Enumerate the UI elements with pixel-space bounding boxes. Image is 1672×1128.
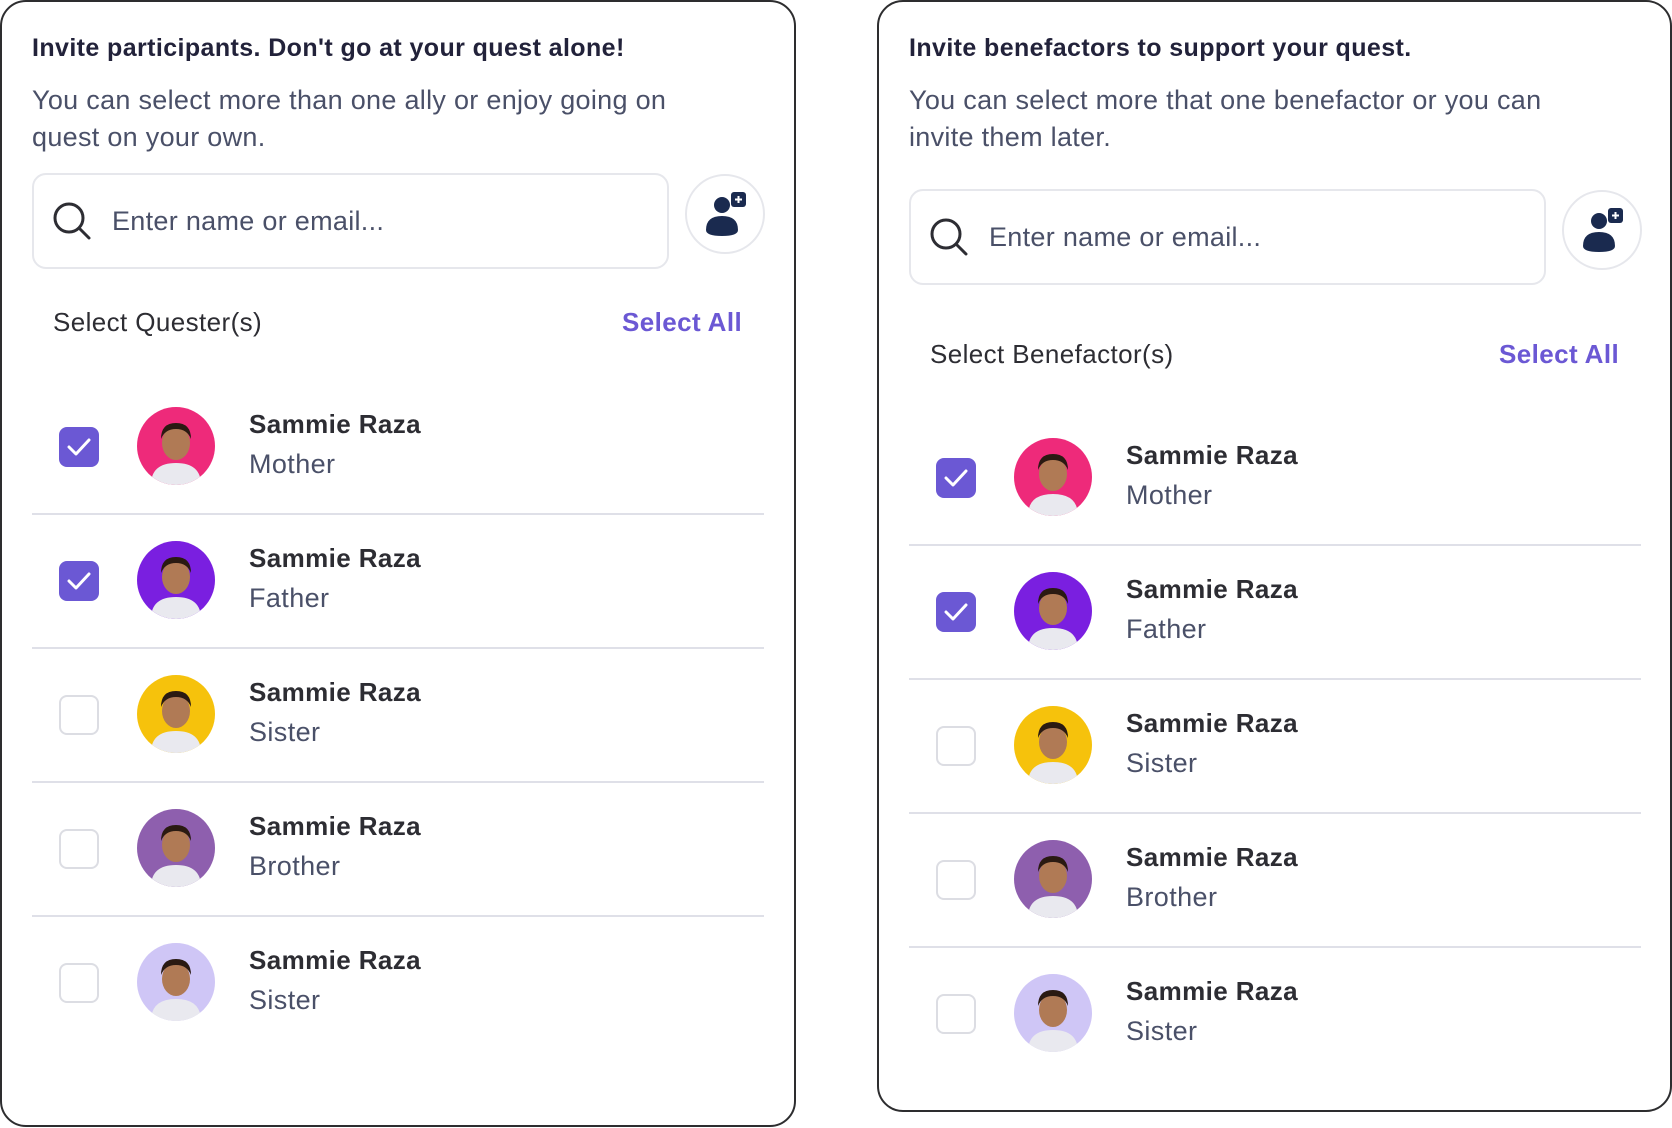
member-role: Sister (249, 717, 321, 747)
member-checkbox[interactable] (59, 561, 99, 601)
panel-title: Invite benefactors to support your quest… (909, 34, 1412, 62)
avatar (137, 541, 215, 619)
panel-title: Invite participants. Don't go at your qu… (32, 34, 625, 62)
list-item[interactable]: Sammie Raza Father (32, 513, 764, 649)
member-role: Brother (1126, 882, 1218, 912)
list-item[interactable]: Sammie Raza Brother (32, 781, 764, 917)
list-item[interactable]: Sammie Raza Brother (909, 812, 1641, 948)
search-icon (52, 201, 92, 241)
member-name: Sammie Raza (1126, 842, 1299, 872)
invite-participants-panel: Invite participants. Don't go at your qu… (0, 0, 796, 1127)
section-label: Select Quester(s) (53, 307, 263, 337)
add-user-icon (1583, 208, 1623, 252)
member-role: Mother (1126, 480, 1213, 510)
select-all-link[interactable]: Select All (622, 307, 742, 338)
avatar (137, 943, 215, 1021)
avatar (1014, 572, 1092, 650)
checkmark-icon (944, 469, 968, 487)
member-role: Brother (249, 851, 341, 881)
search-input[interactable] (112, 175, 642, 267)
list-item[interactable]: Sammie Raza Father (909, 544, 1641, 680)
member-role: Sister (1126, 1016, 1198, 1046)
checkmark-icon (944, 603, 968, 621)
list-item[interactable]: Sammie Raza Sister (32, 915, 764, 1049)
add-user-button[interactable] (1562, 190, 1642, 270)
add-user-icon (706, 192, 746, 236)
member-checkbox[interactable] (59, 829, 99, 869)
select-all-link[interactable]: Select All (1499, 339, 1619, 370)
search-input[interactable] (989, 191, 1519, 283)
list-item[interactable]: Sammie Raza Mother (909, 410, 1641, 546)
member-name: Sammie Raza (249, 811, 422, 841)
add-user-button[interactable] (685, 174, 765, 254)
member-checkbox[interactable] (936, 592, 976, 632)
avatar (137, 675, 215, 753)
invite-benefactors-panel: Invite benefactors to support your quest… (877, 0, 1672, 1112)
member-name: Sammie Raza (1126, 440, 1299, 470)
member-name: Sammie Raza (249, 409, 422, 439)
search-field[interactable] (909, 189, 1546, 285)
member-name: Sammie Raza (1126, 976, 1299, 1006)
search-field[interactable] (32, 173, 669, 269)
list-item[interactable]: Sammie Raza Mother (32, 379, 764, 515)
list-item[interactable]: Sammie Raza Sister (909, 946, 1641, 1080)
member-checkbox[interactable] (936, 726, 976, 766)
member-checkbox[interactable] (936, 458, 976, 498)
list-item[interactable]: Sammie Raza Sister (32, 647, 764, 783)
member-role: Sister (249, 985, 321, 1015)
member-role: Mother (249, 449, 336, 479)
member-name: Sammie Raza (249, 543, 422, 573)
member-checkbox[interactable] (936, 994, 976, 1034)
search-icon (929, 217, 969, 257)
member-name: Sammie Raza (249, 677, 422, 707)
list-item[interactable]: Sammie Raza Sister (909, 678, 1641, 814)
member-name: Sammie Raza (1126, 574, 1299, 604)
panel-subtitle: You can select more than one ally or enj… (32, 85, 667, 152)
avatar (1014, 974, 1092, 1052)
section-label: Select Benefactor(s) (930, 339, 1174, 369)
avatar (1014, 840, 1092, 918)
member-checkbox[interactable] (59, 427, 99, 467)
member-checkbox[interactable] (936, 860, 976, 900)
avatar (137, 809, 215, 887)
member-name: Sammie Raza (249, 945, 422, 975)
member-role: Father (1126, 614, 1207, 644)
member-role: Sister (1126, 748, 1198, 778)
checkmark-icon (67, 438, 91, 456)
checkmark-icon (67, 572, 91, 590)
member-checkbox[interactable] (59, 963, 99, 1003)
member-name: Sammie Raza (1126, 708, 1299, 738)
member-role: Father (249, 583, 330, 613)
member-checkbox[interactable] (59, 695, 99, 735)
avatar (137, 407, 215, 485)
panel-subtitle: You can select more that one benefactor … (909, 85, 1542, 152)
avatar (1014, 438, 1092, 516)
avatar (1014, 706, 1092, 784)
